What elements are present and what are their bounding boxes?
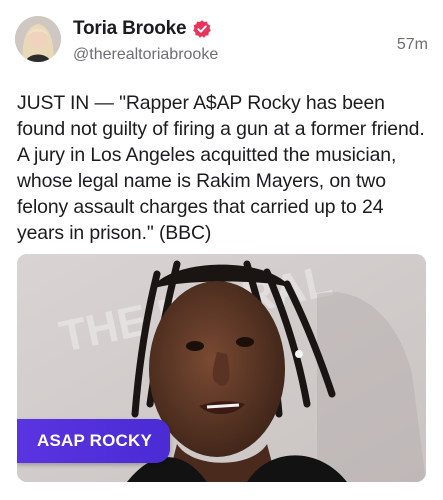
post-timestamp[interactable]: 57m [397,36,428,54]
post-media-image[interactable]: THE DIA RAL [17,254,426,482]
verified-badge-icon [193,20,212,38]
post-card[interactable]: Toria Brooke @therealtoriabrooke 57m JUS… [0,0,443,500]
avatar[interactable] [15,16,61,62]
media-name-badge: ASAP ROCKY [17,419,170,463]
author-display-name[interactable]: Toria Brooke [73,18,187,40]
avatar-photo [15,16,61,62]
author-handle[interactable]: @therealtoriabrooke [73,46,218,64]
author-name-row[interactable]: Toria Brooke [73,18,212,40]
post-text: JUST IN — "Rapper A$AP Rocky has been fo… [17,92,425,244]
